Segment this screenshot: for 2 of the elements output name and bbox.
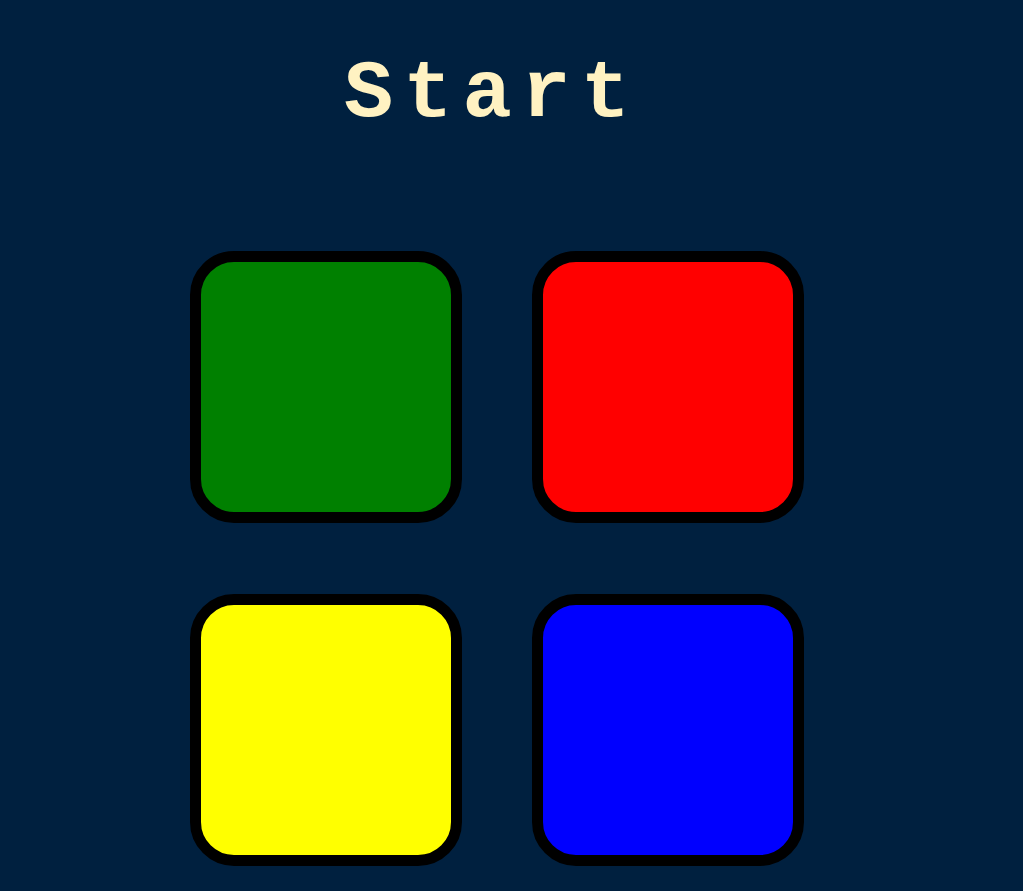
pad-button[interactable]: [190, 594, 462, 866]
start-title[interactable]: Start: [343, 45, 640, 145]
